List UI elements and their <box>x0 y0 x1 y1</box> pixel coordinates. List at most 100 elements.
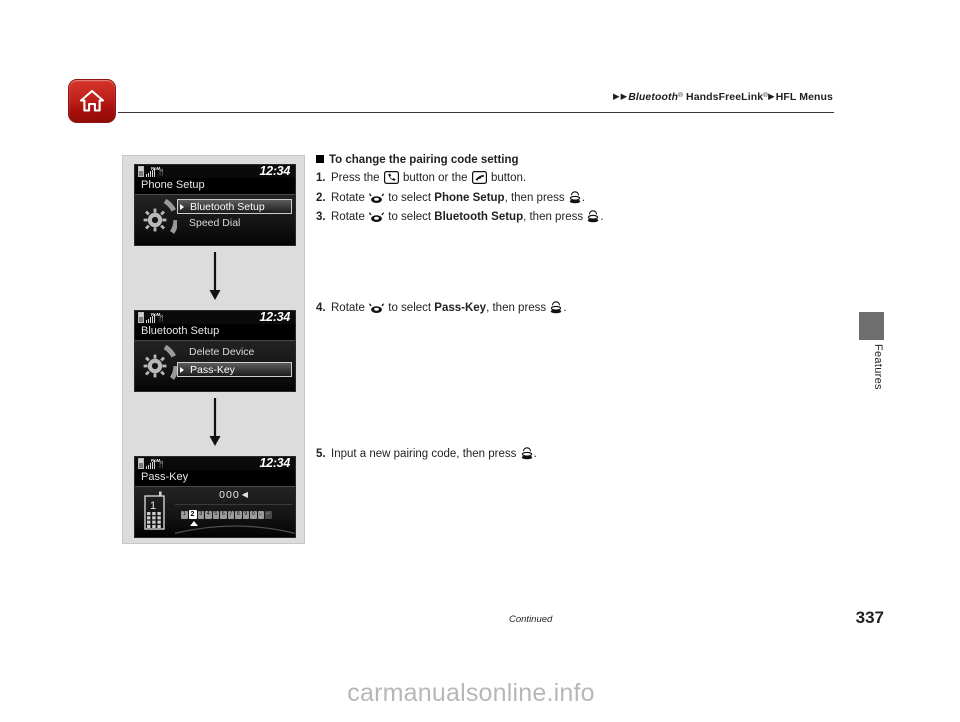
breadcrumb-triangle-3: ▶ <box>768 91 775 101</box>
step-text-fragment: , then press <box>486 302 550 314</box>
bullet-square-icon <box>316 155 324 163</box>
pass-key-cursor-icon: ◀ <box>241 490 249 499</box>
step-text-fragment: Rotate <box>331 211 369 223</box>
key-0[interactable]: 0 <box>250 511 257 519</box>
key-8[interactable]: 8 <box>235 511 242 519</box>
instruction-step-2: 2. Rotate to select Phone Setup, then pr… <box>316 190 616 210</box>
step-text-fragment: , then press <box>523 211 587 223</box>
press-knob-icon <box>587 210 599 229</box>
pass-key-code: 000 ◀ <box>179 489 289 501</box>
menu-item-bluetooth-setup[interactable]: Bluetooth Setup <box>177 199 292 214</box>
status-icons: RoM ᛗ <box>138 166 164 177</box>
home-icon <box>79 89 105 113</box>
page-number: 337 <box>855 608 884 627</box>
step-emphasis: Phone Setup <box>434 191 505 204</box>
instructions-heading: To change the pairing code setting <box>329 154 519 166</box>
signal-icon: RoM <box>146 312 160 323</box>
key-6[interactable]: 6 <box>220 511 227 519</box>
continued-label: Continued <box>509 614 553 625</box>
menu-item-pass-key[interactable]: Pass-Key <box>177 362 292 377</box>
return-key-icon[interactable]: ↵ <box>265 511 272 519</box>
breadcrumb-triangle-2: ▶ <box>620 91 628 101</box>
step-number: 3. <box>316 211 326 223</box>
figure-panel: RoM ᛗ 12:34 Phone Setup Bluetooth Setup … <box>122 155 305 544</box>
step-emphasis: Pass-Key <box>434 302 487 314</box>
section-tab-marker <box>859 312 884 340</box>
step-text-fragment: Rotate <box>331 191 369 204</box>
flow-arrow-down-1 <box>208 252 222 307</box>
menu-item-label: Bluetooth Setup <box>190 201 265 213</box>
phone-button-icon <box>383 171 399 190</box>
instruction-step-5: 5. Input a new pairing code, then press … <box>316 446 636 466</box>
step-text-fragment: button. <box>487 172 527 184</box>
key-9[interactable]: 9 <box>242 511 249 519</box>
menu-item-delete-device[interactable]: Delete Device <box>177 345 292 360</box>
key-1[interactable]: 1 <box>181 511 188 519</box>
step-text: Rotate to select Pass-Key, then press . <box>331 300 616 320</box>
watermark: carmanualsonline.info <box>347 679 595 707</box>
clock: 12:34 <box>259 164 291 178</box>
menu-list: Bluetooth Setup Speed Dial <box>177 199 292 233</box>
step-text-fragment: button or the <box>399 172 471 184</box>
step-text-fragment: . <box>581 191 586 204</box>
screen-body: Bluetooth Setup Speed Dial <box>135 195 295 244</box>
step-text-fragment: . <box>563 302 567 314</box>
key-2[interactable]: 2 <box>188 510 197 519</box>
backspace-key-icon[interactable]: ← <box>257 511 264 519</box>
step-text-fragment: Input a new pairing code, then press <box>331 448 520 460</box>
step-emphasis: Bluetooth Setup <box>434 211 524 223</box>
key-5[interactable]: 5 <box>212 511 219 519</box>
step-text-fragment: to select <box>385 211 435 223</box>
menu-item-label: Delete Device <box>189 346 255 358</box>
rotary-knob-icon <box>369 302 385 320</box>
step-number: 5. <box>316 448 326 460</box>
menu-item-speed-dial[interactable]: Speed Dial <box>177 216 292 231</box>
screen-title: Pass-Key <box>135 470 295 487</box>
signal-icon: RoM <box>146 166 160 177</box>
status-icons: RoM ᛗ <box>138 312 164 323</box>
instructions-block: To change the pairing code setting 1. Pr… <box>316 152 616 229</box>
key-3[interactable]: 3 <box>197 511 204 519</box>
pass-key-keypad: 1 2 3 4 5 6 7 8 9 0 ← ↵ <box>181 510 272 519</box>
battery-icon <box>138 458 144 469</box>
pass-key-arc-graphic <box>175 520 295 536</box>
roaming-label: RoM <box>151 312 161 317</box>
hang-up-button-icon <box>471 171 487 190</box>
menu-item-label: Pass-Key <box>190 364 235 376</box>
step-number: 4. <box>316 302 326 314</box>
key-4[interactable]: 4 <box>205 511 212 519</box>
step-number: 2. <box>316 191 326 204</box>
instruction-step-4: 4. Rotate to select Pass-Key, then press… <box>316 300 616 320</box>
step-text-fragment: Press the <box>331 172 383 184</box>
step-text-fragment: . <box>533 448 537 460</box>
breadcrumb: ▶▶Bluetooth® HandsFreeLink®▶HFL Menus <box>613 91 833 103</box>
page-header: ▶▶Bluetooth® HandsFreeLink®▶HFL Menus <box>0 0 960 123</box>
nav-screen-phone-setup: RoM ᛗ 12:34 Phone Setup Bluetooth Setup … <box>134 164 296 246</box>
section-tab-label: Features <box>872 344 884 390</box>
flow-arrow-down-2 <box>208 398 222 453</box>
screen-body: 1 000 ◀ 1 2 3 4 5 6 7 8 9 0 ← ↵ <box>135 487 295 536</box>
battery-icon <box>138 166 144 177</box>
screen-body: Delete Device Pass-Key <box>135 341 295 390</box>
status-bar: RoM ᛗ 12:34 <box>135 457 295 470</box>
step-text: Rotate to select Phone Setup, then press… <box>331 190 616 210</box>
mobile-phone-icon: 1 <box>142 491 168 536</box>
svg-text:1: 1 <box>150 500 156 512</box>
step-text: Input a new pairing code, then press . <box>331 446 636 466</box>
breadcrumb-bluetooth: Bluetooth <box>628 91 679 103</box>
status-icons: RoM ᛗ <box>138 458 164 469</box>
pass-key-divider <box>175 504 292 505</box>
gear-graphic <box>139 345 177 387</box>
status-bar: RoM ᛗ 12:34 <box>135 311 295 324</box>
instruction-step-1: 1. Press the button or the button. <box>316 170 616 190</box>
press-knob-icon <box>569 190 581 210</box>
step-text: Rotate to select Bluetooth Setup, then p… <box>331 209 616 229</box>
rotary-knob-icon <box>369 192 385 210</box>
key-7[interactable]: 7 <box>227 511 234 519</box>
nav-screen-bluetooth-setup: RoM ᛗ 12:34 Bluetooth Setup Delete Devic… <box>134 310 296 392</box>
nav-screen-pass-key: RoM ᛗ 12:34 Pass-Key 1 000 ◀ 1 2 3 4 5 6… <box>134 456 296 538</box>
press-knob-icon <box>521 447 533 466</box>
home-button[interactable] <box>68 79 116 123</box>
screen-title: Bluetooth Setup <box>135 324 295 341</box>
signal-icon: RoM <box>146 458 160 469</box>
